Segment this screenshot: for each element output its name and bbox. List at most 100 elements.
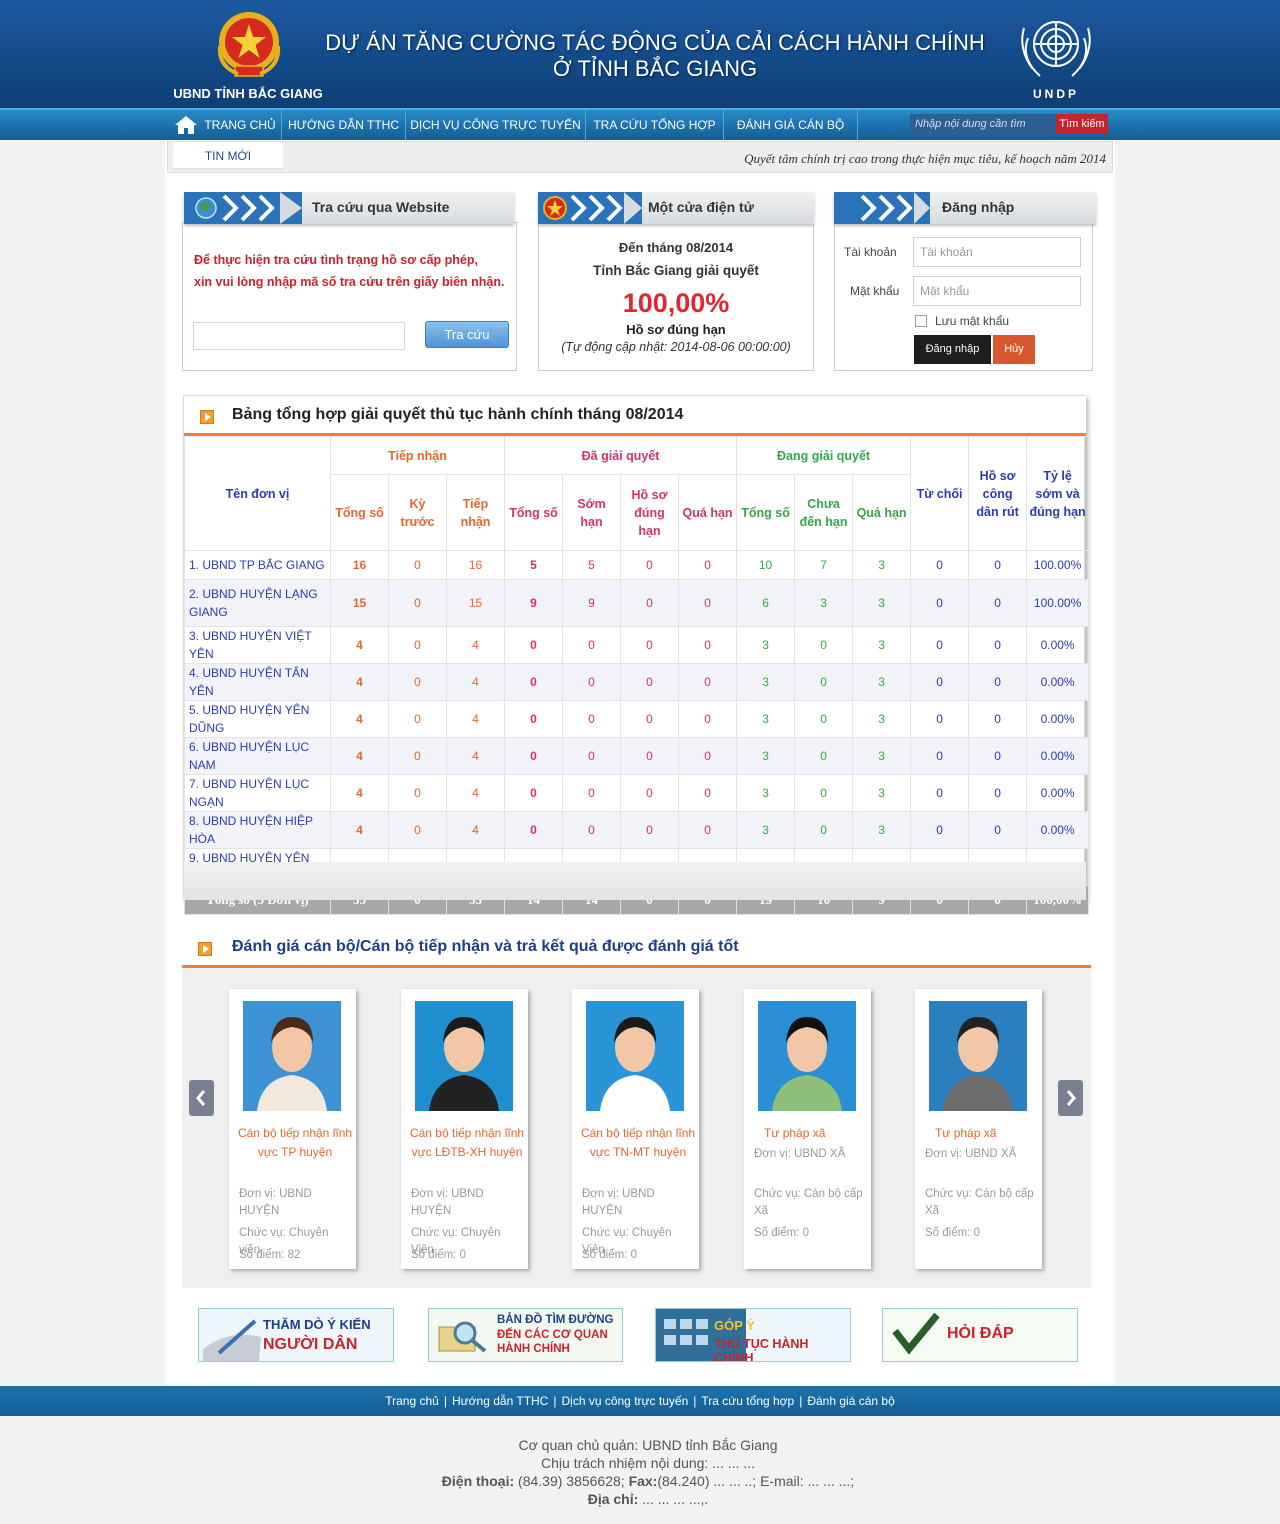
staff-unit: Đơn vị: UBND HUYỆN — [411, 1188, 484, 1217]
unit-name: UBND TỈNH BẮC GIANG — [173, 86, 323, 101]
account-input[interactable] — [913, 237, 1081, 267]
footer-phone-value: (84.39) 3856628; — [514, 1473, 629, 1489]
banner-survey[interactable]: THĂM DÒ Ý KIẾN NGƯỜI DÂN — [198, 1308, 394, 1362]
person-avatar-icon — [429, 1017, 499, 1111]
footer-link-services[interactable]: Dịch vụ công trực tuyến — [561, 1394, 688, 1408]
value-cell: 0 — [968, 579, 1028, 627]
nav-tthc-guide[interactable]: HƯỚNG DẪN TTHC — [282, 110, 406, 140]
staff-photo — [415, 1001, 513, 1111]
value-cell: 0.00% — [1026, 700, 1090, 738]
nav-home[interactable]: TRANG CHỦ — [199, 110, 282, 140]
remember-checkbox[interactable] — [915, 315, 927, 327]
value-cell: 0 — [620, 774, 680, 812]
th-unit: Tên đơn vị — [184, 436, 331, 551]
banner-map-line1: BẢN ĐỒ TÌM ĐƯỜNG — [497, 1314, 614, 1326]
value-cell: 3 — [736, 700, 796, 738]
value-cell: 0 — [504, 811, 564, 849]
value-cell: 0 — [388, 550, 447, 580]
home-icon[interactable] — [173, 114, 199, 136]
value-cell: 0 — [910, 737, 970, 775]
summary-header: Bảng tổng hợp giải quyết thủ tục hành ch… — [184, 396, 1086, 436]
footer-link-guide[interactable]: Hướng dẫn TTHC — [452, 1394, 548, 1408]
staff-card[interactable]: Cán bộ tiếp nhận lĩnh vực LĐTB-XH huyện Đơ… — [401, 989, 528, 1269]
banner-survey-line1: THĂM DÒ Ý KIẾN — [263, 1317, 371, 1332]
banner-feedback[interactable]: GÓP Ý THỦ TỤC HÀNH CHÍNH — [655, 1308, 851, 1362]
footer-link-evaluation[interactable]: Đánh giá cán bộ — [807, 1394, 894, 1408]
value-cell: 15 — [445, 579, 506, 627]
nav-online-services[interactable]: DỊCH VỤ CÔNG TRỰC TUYẾN — [406, 110, 586, 140]
staff-card[interactable]: Tư pháp xã Đơn vị: UBND XÃ Chức vụ: Cán bộ… — [915, 989, 1042, 1269]
footer-phone-label: Điện thoại: — [441, 1473, 515, 1489]
footer-link-lookup[interactable]: Tra cứu tổng hợp — [701, 1394, 794, 1408]
value-cell: 0 — [562, 774, 622, 812]
ticker-headline[interactable]: Quyết tâm chính trị cao trong thực hiện … — [744, 151, 1106, 167]
value-cell: 0 — [620, 737, 680, 775]
value-cell: 3 — [852, 579, 912, 627]
staff-role: Tư pháp xã — [764, 1124, 880, 1143]
search-input[interactable] — [910, 114, 1056, 134]
th-received-total: Tổng số — [330, 474, 389, 551]
th-on-time: Hồ sơ đúng hạn — [620, 474, 680, 551]
nav-staff-evaluation[interactable]: ĐÁNH GIÁ CÁN BỘ — [724, 110, 858, 140]
value-cell: 0 — [620, 811, 680, 849]
value-cell: 3 — [736, 626, 796, 664]
value-cell: 3 — [852, 811, 912, 849]
unit-name-cell[interactable]: 1. UBND TP BẮC GIANG — [184, 550, 331, 580]
value-cell: 9 — [562, 579, 622, 627]
unit-name-cell[interactable]: 4. UBND HUYỆN TÂN YÊN — [184, 663, 331, 701]
th-resolved-overdue: Quá hạn — [678, 474, 738, 551]
staff-score: Số điểm: 0 — [582, 1249, 637, 1261]
value-cell: 0 — [678, 774, 738, 812]
password-label: Mật khẩu — [850, 284, 900, 298]
value-cell: 0 — [504, 774, 564, 812]
value-cell: 0 — [620, 700, 680, 738]
value-cell: 0 — [388, 774, 447, 812]
banner-faq[interactable]: HỎI ĐÁP — [882, 1308, 1078, 1362]
password-input[interactable] — [913, 276, 1081, 306]
lookup-code-input[interactable] — [193, 322, 405, 350]
carousel-prev-button[interactable] — [189, 1080, 214, 1116]
footer-link-home[interactable]: Trang chủ — [385, 1394, 439, 1408]
unit-name-cell[interactable]: 3. UBND HUYỆN VIỆT YÊN — [184, 626, 331, 664]
banner-map[interactable]: BẢN ĐỒ TÌM ĐƯỜNG ĐẾN CÁC CƠ QUAN HÀNH CH… — [428, 1308, 623, 1362]
unit-name-cell[interactable]: 5. UBND HUYỆN YÊN DŨNG — [184, 700, 331, 738]
value-cell: 6 — [736, 579, 796, 627]
value-cell: 0 — [910, 774, 970, 812]
th-not-due: Chưa đến hạn — [794, 474, 854, 551]
banner-survey-line2: NGƯỜI DÂN — [263, 1336, 358, 1353]
unit-name-cell[interactable]: 7. UBND HUYỆN LỤC NGẠN — [184, 774, 331, 812]
value-cell: 3 — [736, 737, 796, 775]
lookup-button[interactable]: Tra cứu — [425, 321, 509, 348]
staff-card[interactable]: Tư pháp xã Đơn vị: UBND XÃ Chức vụ: Cán bộ… — [744, 989, 871, 1269]
th-processing-overdue: Quá hạn — [852, 474, 912, 551]
staff-role: Cán bộ tiếp nhận lĩnh vực TP huyện — [237, 1124, 353, 1162]
th-rejected: Từ chối — [910, 436, 970, 551]
search-button[interactable]: Tìm kiếm — [1056, 114, 1108, 134]
login-button[interactable]: Đăng nhập — [914, 335, 991, 364]
ticker-tab-news[interactable]: TIN MỚI — [173, 142, 283, 170]
carousel-next-button[interactable] — [1058, 1080, 1083, 1116]
unit-name-cell[interactable]: 8. UBND HUYỆN HIỆP HÒA — [184, 811, 331, 849]
staff-card[interactable]: Cán bộ tiếp nhận lĩnh vực TN-MT huyện Đơn … — [572, 989, 699, 1269]
nav-general-lookup[interactable]: TRA CỨU TỔNG HỢP — [586, 110, 724, 140]
value-cell: 0.00% — [1026, 626, 1090, 664]
cancel-button[interactable]: Hủy — [993, 335, 1035, 364]
value-cell: 4 — [330, 737, 389, 775]
staff-card[interactable]: Cán bộ tiếp nhận lĩnh vực TP huyện Đơn vị:… — [229, 989, 356, 1269]
value-cell: 0 — [678, 700, 738, 738]
value-cell: 3 — [736, 663, 796, 701]
unit-name-cell[interactable]: 6. UBND HUYỆN LỤC NAM — [184, 737, 331, 775]
main-navbar: TRANG CHỦ HƯỚNG DẪN TTHC DỊCH VỤ CÔNG TR… — [0, 108, 1280, 140]
value-cell: 0 — [678, 626, 738, 664]
value-cell: 0 — [910, 811, 970, 849]
unit-name-cell[interactable]: 2. UBND HUYỆN LẠNG GIANG — [184, 579, 331, 627]
value-cell: 0 — [504, 737, 564, 775]
footer-fax-label: Fax: — [628, 1473, 658, 1489]
lookup-note-line2: xin vui lòng nhập mã số tra cứu trên giấ… — [194, 275, 505, 289]
value-cell: 0 — [968, 550, 1028, 580]
table-row: 7. UBND HUYỆN LỤC NGẠN 4 0 4 0 0 0 0 3 0 3 0 0 0.00% — [184, 774, 1090, 812]
banner-map-line3: HÀNH CHÍNH — [497, 1343, 570, 1355]
staff-score: Số điểm: 82 — [239, 1249, 301, 1261]
lookup-box-header: Tra cứu qua Website — [184, 192, 514, 224]
lookup-box-title: Tra cứu qua Website — [312, 199, 450, 215]
